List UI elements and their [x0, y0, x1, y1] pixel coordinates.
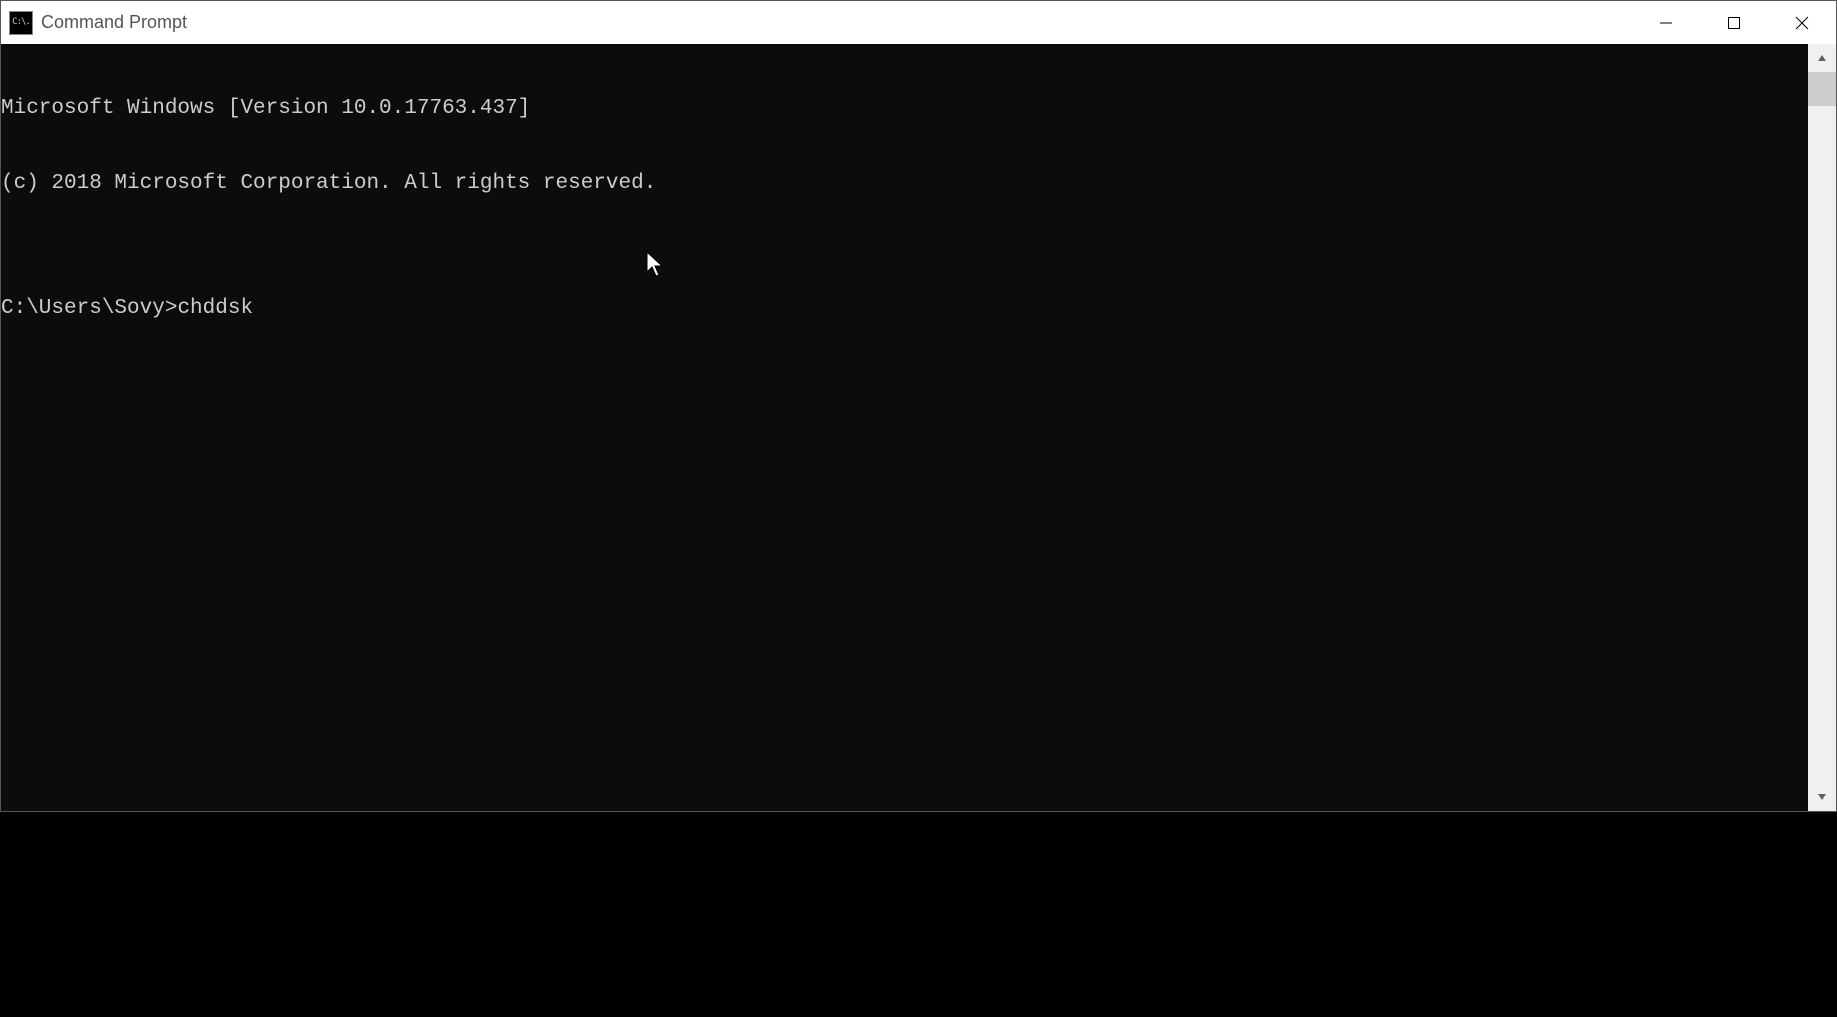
window-title: Command Prompt — [41, 12, 1632, 33]
minimize-button[interactable] — [1632, 1, 1700, 44]
terminal-line: Microsoft Windows [Version 10.0.17763.43… — [1, 96, 1808, 121]
vertical-scrollbar[interactable] — [1808, 44, 1836, 811]
terminal-area[interactable]: Microsoft Windows [Version 10.0.17763.43… — [1, 44, 1808, 811]
scroll-down-button[interactable] — [1808, 783, 1836, 811]
terminal-line: (c) 2018 Microsoft Corporation. All righ… — [1, 171, 1808, 196]
window-controls — [1632, 1, 1836, 44]
scroll-track[interactable] — [1808, 72, 1836, 783]
titlebar[interactable]: C:\. Command Prompt — [1, 1, 1836, 44]
command-prompt-icon-text: C:\. — [12, 18, 30, 27]
command-prompt-icon: C:\. — [9, 11, 33, 35]
minimize-icon — [1659, 16, 1673, 30]
prompt: C:\Users\Sovy> — [1, 297, 177, 320]
chevron-up-icon — [1817, 53, 1827, 63]
command-prompt-window: C:\. Command Prompt Micr — [0, 0, 1837, 812]
scroll-thumb[interactable] — [1808, 72, 1836, 106]
scroll-up-button[interactable] — [1808, 44, 1836, 72]
maximize-button[interactable] — [1700, 1, 1768, 44]
typed-command: chddsk — [177, 297, 253, 320]
close-button[interactable] — [1768, 1, 1836, 44]
close-icon — [1795, 16, 1809, 30]
maximize-icon — [1727, 16, 1741, 30]
chevron-down-icon — [1817, 792, 1827, 802]
content-row: Microsoft Windows [Version 10.0.17763.43… — [1, 44, 1836, 811]
prompt-line: C:\Users\Sovy>chddsk — [1, 296, 1808, 321]
